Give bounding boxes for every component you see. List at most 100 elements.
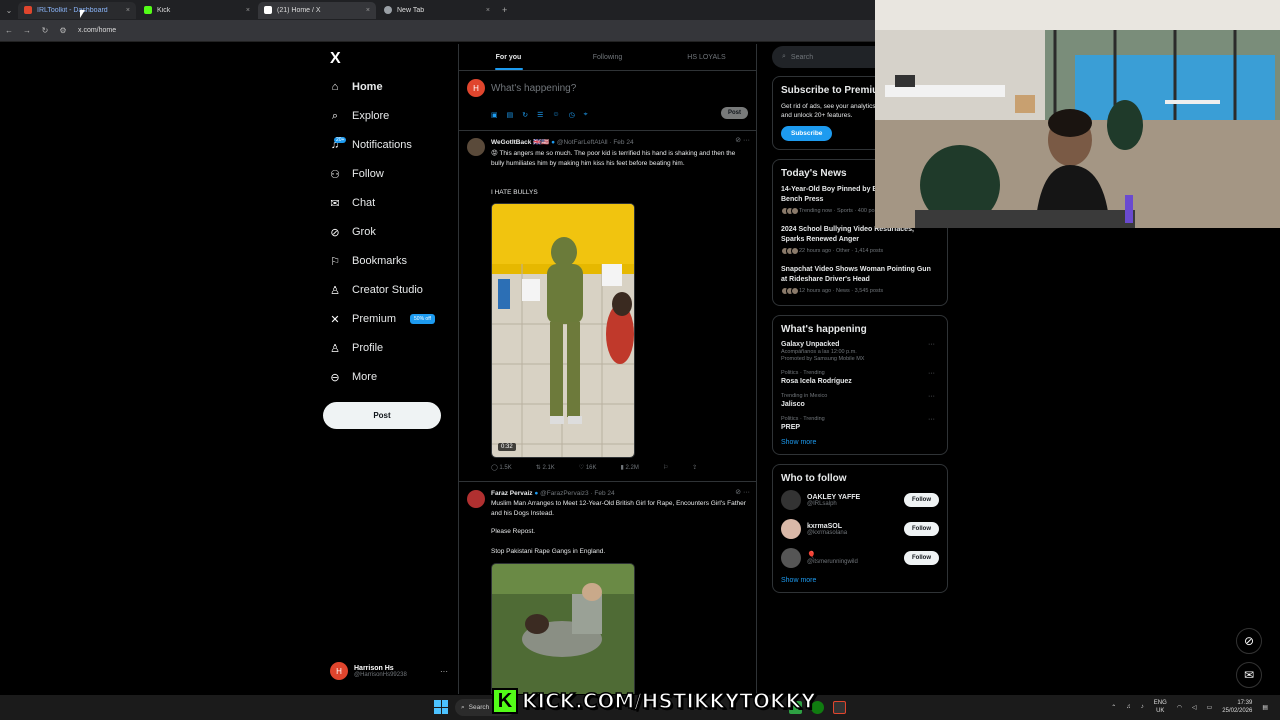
grok-icon[interactable]: ↻	[522, 111, 528, 119]
follow-suggestion[interactable]: kxrmaSOL @kxrmasolana Follow	[781, 519, 939, 539]
nav-more[interactable]: ⊖ More	[328, 365, 377, 389]
post-button[interactable]: Post	[323, 402, 441, 429]
avatar[interactable]	[467, 138, 485, 156]
close-icon[interactable]: ×	[486, 7, 490, 14]
tab-hs-loyals[interactable]: HS LOYALS	[657, 44, 756, 70]
nav-home[interactable]: ⌂ Home	[328, 75, 383, 99]
more-icon[interactable]: ···	[928, 370, 935, 377]
avatar-stack	[781, 207, 799, 215]
follow-button[interactable]: Follow	[904, 551, 939, 565]
trend-item[interactable]: Galaxy Unpacked Acompáñanos a las 12:00 …	[781, 341, 939, 362]
image-icon[interactable]: ▣	[491, 111, 498, 119]
tab-x-home[interactable]: (21) Home / X ×	[258, 1, 376, 19]
more-icon[interactable]: ···	[928, 393, 935, 400]
follow-button[interactable]: Follow	[904, 493, 939, 507]
nav-grok[interactable]: ⊘ Grok	[328, 220, 375, 244]
subscribe-button[interactable]: Subscribe	[781, 126, 833, 141]
mic-icon[interactable]: ♪	[1141, 704, 1144, 710]
more-icon[interactable]: ···	[928, 416, 935, 423]
nav-premium[interactable]: ✕ Premium 50% off	[328, 307, 435, 331]
headset-icon[interactable]: ♫	[1126, 704, 1131, 710]
back-icon[interactable]: ←	[0, 26, 18, 35]
volume-icon[interactable]: ◁	[1192, 704, 1197, 711]
battery-icon[interactable]: ▭	[1207, 704, 1213, 711]
more-icon[interactable]: ···	[928, 341, 935, 348]
chevron-up-icon[interactable]: ⌃	[1111, 704, 1116, 711]
author-name[interactable]: Faraz Pervaiz	[491, 490, 533, 497]
poll-icon[interactable]: ☰	[537, 111, 543, 119]
windows-start-icon[interactable]	[434, 700, 448, 714]
nav-explore[interactable]: ⌕ Explore	[328, 104, 389, 128]
url-field[interactable]: x.com/home	[78, 27, 116, 34]
tab-kick[interactable]: Kick ×	[138, 2, 256, 19]
news-item[interactable]: Snapchat Video Shows Woman Pointing Gun …	[781, 265, 939, 295]
compose-input[interactable]: What's happening?	[491, 83, 576, 94]
nav-label: Premium	[352, 313, 397, 325]
composer-post-button[interactable]: Post	[720, 107, 748, 119]
reload-icon[interactable]: ↻	[36, 26, 54, 35]
nav-creator-studio[interactable]: ♙ Creator Studio	[328, 278, 423, 302]
add-person-icon: ⚇	[330, 168, 340, 181]
tab-for-you[interactable]: For you	[459, 44, 558, 70]
tab-irltoolkit[interactable]: IRLToolkit - Dashboard ×	[18, 1, 136, 19]
site-info-icon[interactable]: ⚙	[54, 26, 72, 35]
wifi-icon[interactable]: ◠	[1177, 704, 1182, 711]
location-icon[interactable]: ⌖	[584, 111, 588, 119]
follow-suggestion[interactable]: OAKLEY YAFFE @IRLsalph Follow	[781, 490, 939, 510]
close-icon[interactable]: ×	[246, 7, 250, 14]
schedule-icon[interactable]: ◷	[569, 111, 575, 119]
nav-profile[interactable]: ♙ Profile	[328, 336, 383, 360]
bookmark-icon: ⚐	[330, 255, 340, 268]
nav-chat[interactable]: ✉ Chat	[328, 191, 375, 215]
close-icon[interactable]: ×	[366, 7, 370, 14]
views-count: 2.2M	[625, 465, 639, 471]
author-handle: @FarazPervaiz3 · Feb 24	[540, 490, 615, 497]
new-tab-button[interactable]: +	[502, 5, 507, 15]
like-button[interactable]: ♡ 16K	[579, 464, 597, 471]
nav-notifications[interactable]: ♫ 20+ Notifications	[328, 133, 412, 157]
tweet-video[interactable]	[491, 563, 635, 694]
clock[interactable]: 17:39 25/02/2026	[1222, 699, 1252, 715]
tab-following[interactable]: Following	[558, 44, 657, 70]
nav-bookmarks[interactable]: ⚐ Bookmarks	[328, 249, 407, 273]
language-indicator[interactable]: ENG UK	[1154, 699, 1167, 715]
follow-suggestion[interactable]: 🎈 @itsmerunningwild Follow	[781, 548, 939, 568]
tweet[interactable]: Faraz Pervaiz ● @FarazPervaiz3 · Feb 24 …	[459, 484, 756, 694]
author-name[interactable]: WeGotItBack 🇬🇧🇺🇸	[491, 139, 549, 146]
notification-icon[interactable]: ▤	[1262, 704, 1268, 711]
trend-item[interactable]: Politics · Trending Rosa Icela Rodríguez…	[781, 370, 939, 385]
avatar[interactable]	[467, 490, 485, 508]
app-icon[interactable]	[833, 701, 846, 714]
more-icon[interactable]: ⊘ ···	[735, 136, 750, 144]
news-item[interactable]: 2024 School Bullying Video Resurfaces, S…	[781, 225, 939, 255]
tab-new-tab[interactable]: New Tab ×	[378, 2, 496, 19]
account-switcher[interactable]: H Harrison Hs @HarrisonHs99238 ···	[330, 662, 448, 680]
tweet-video[interactable]: 0:32	[491, 203, 635, 458]
nav-follow[interactable]: ⚇ Follow	[328, 162, 384, 186]
avatar-stack	[781, 247, 799, 255]
reply-button[interactable]: ◯ 1.5K	[491, 464, 512, 471]
emoji-icon[interactable]: ☺	[552, 111, 559, 119]
tab-list-icon[interactable]: ⌄	[0, 6, 18, 15]
trend-item[interactable]: Politics · Trending PREP ···	[781, 416, 939, 431]
follow-button[interactable]: Follow	[904, 522, 939, 536]
lang-code: ENG	[1153, 700, 1167, 706]
tweet[interactable]: WeGotItBack 🇬🇧🇺🇸 ● @NotFarLeftAtAll · Fe…	[459, 132, 756, 482]
gif-icon[interactable]: ▤	[507, 111, 514, 119]
share-icon[interactable]: ⇪	[692, 464, 697, 471]
irltoolkit-favicon	[24, 6, 32, 14]
forward-icon[interactable]: →	[18, 26, 36, 35]
close-icon[interactable]: ×	[126, 7, 130, 14]
more-icon[interactable]: ⊘ ···	[735, 488, 750, 496]
tab-label: New Tab	[397, 6, 425, 14]
grok-icon[interactable]: ⊘	[1236, 628, 1262, 654]
repost-button[interactable]: ⇅ 2.1K	[536, 464, 555, 471]
bookmark-icon[interactable]: ⚐	[663, 464, 668, 471]
more-icon[interactable]: ···	[440, 667, 448, 676]
mail-icon[interactable]: ✉	[1236, 662, 1262, 688]
trend-item[interactable]: Trending in Mexico Jalisco ···	[781, 393, 939, 408]
x-logo[interactable]: X	[330, 50, 341, 68]
show-more-link[interactable]: Show more	[781, 577, 939, 584]
show-more-link[interactable]: Show more	[781, 439, 939, 446]
views-button[interactable]: ▮ 2.2M	[621, 464, 639, 471]
